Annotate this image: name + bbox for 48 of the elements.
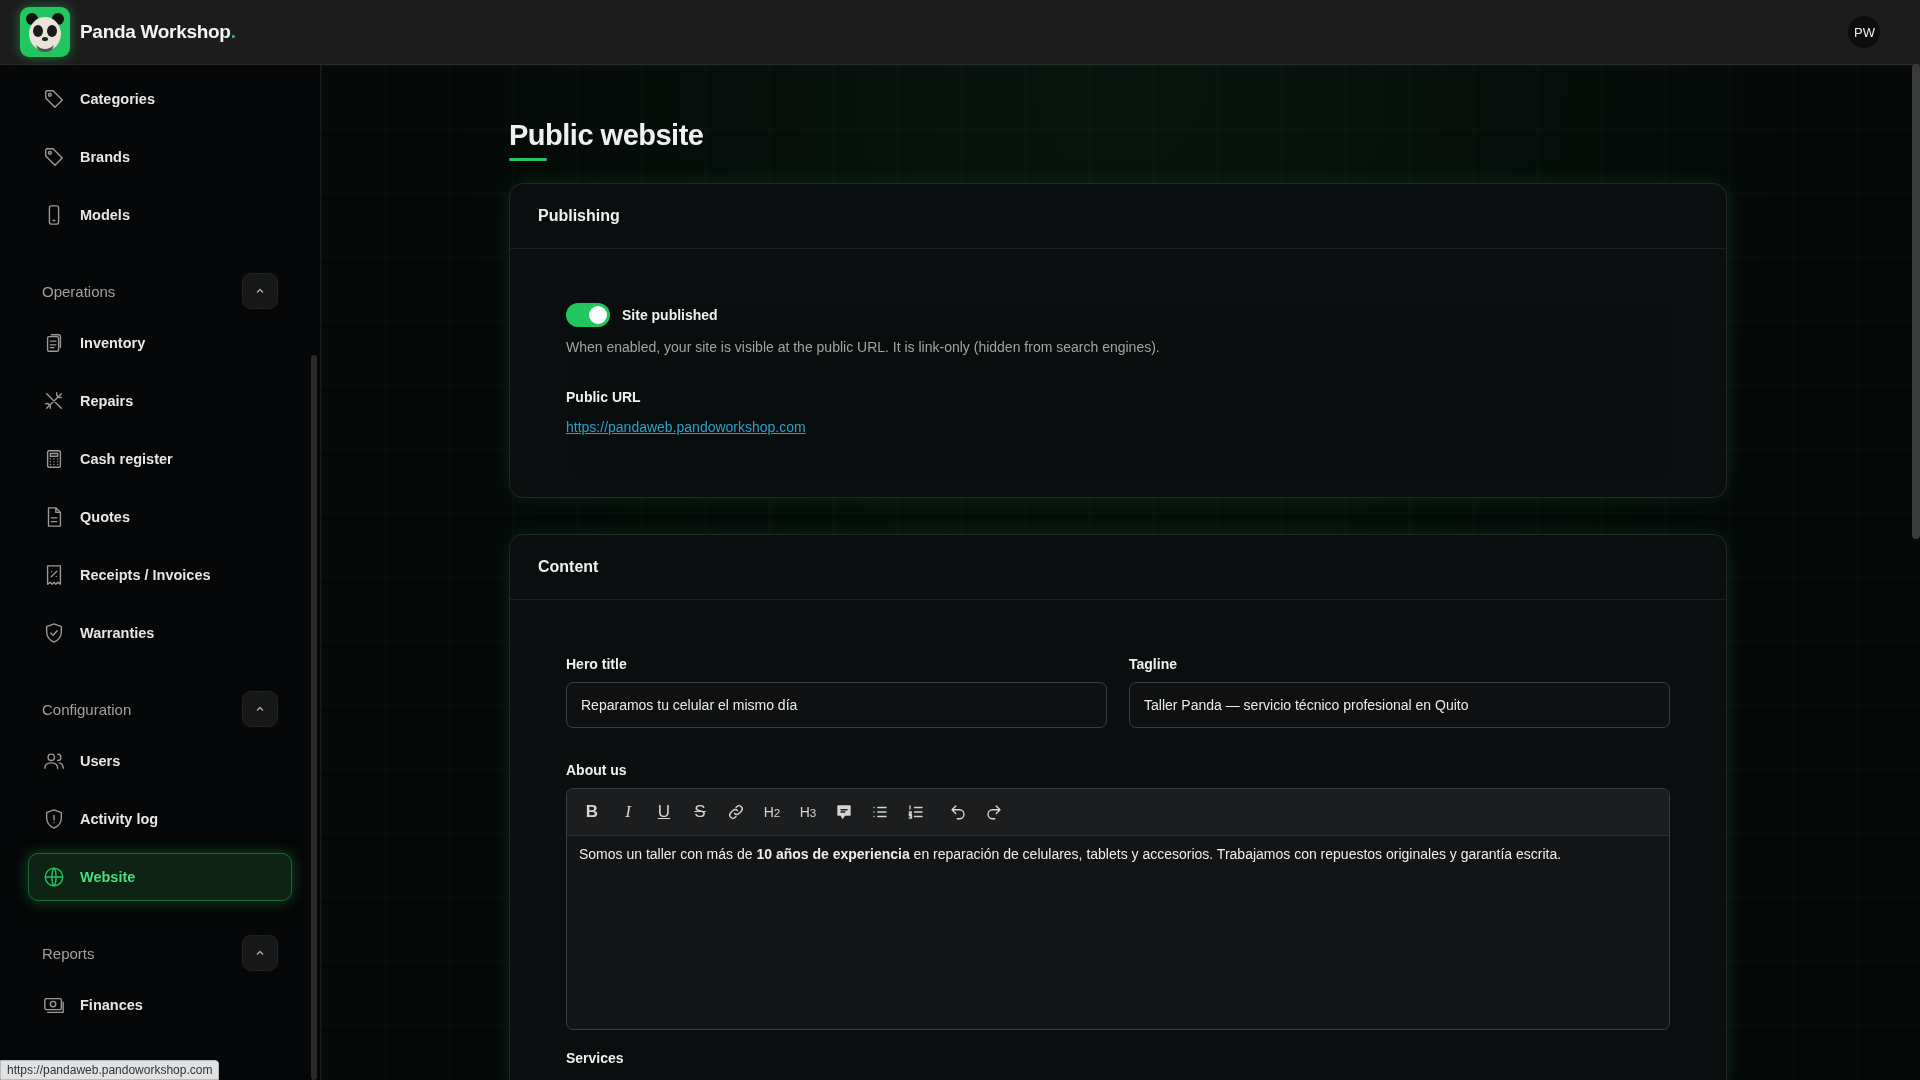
nav-item[interactable]: Inventory xyxy=(28,319,292,367)
toggle-switch[interactable] xyxy=(566,303,610,327)
field-label: Tagline xyxy=(1129,656,1178,672)
toggle-label: Site published xyxy=(622,307,718,323)
shield-icon xyxy=(43,622,65,644)
user-avatar[interactable]: PW xyxy=(1848,16,1880,48)
alert-icon xyxy=(43,808,65,830)
section-title: Reports xyxy=(42,944,95,962)
users-icon xyxy=(43,750,65,772)
field-label: About us xyxy=(566,762,628,778)
underline-button[interactable]: U xyxy=(649,797,679,827)
nav-item[interactable]: Website xyxy=(28,853,292,901)
strikethrough-button[interactable]: S xyxy=(685,797,715,827)
nav-item[interactable]: Cash register xyxy=(28,435,292,483)
tools-icon xyxy=(43,390,65,412)
brand-name: Panda Workshop. xyxy=(80,21,236,43)
field-label: Public URL xyxy=(566,389,642,405)
nav-item[interactable]: Categories xyxy=(28,75,292,123)
bold-button[interactable]: B xyxy=(577,797,607,827)
nav-item[interactable]: Models xyxy=(28,191,292,239)
field-label: Services xyxy=(566,1050,625,1066)
globe-icon xyxy=(43,866,65,888)
tag-icon xyxy=(43,88,65,110)
panda-logo-icon xyxy=(20,7,70,57)
nav-item[interactable]: Quotes xyxy=(28,493,292,541)
italic-button[interactable]: I xyxy=(613,797,643,827)
nav-item[interactable]: Finances xyxy=(28,981,292,1029)
nav-item[interactable]: Warranties xyxy=(28,609,292,657)
nav-item[interactable]: Brands xyxy=(28,133,292,181)
about-text: Somos un taller con más de 10 años de experiencia en reparación de celulares, tablets y accesorios. Trabajamos con repuestos originales y garantía escrita. xyxy=(578,845,1563,864)
page-title: Public website xyxy=(509,119,705,152)
scrollbar[interactable] xyxy=(1912,64,1920,539)
tagline-field[interactable]: Taller Panda — servicio técnico profesional en Quito xyxy=(1129,682,1670,728)
card-title: Content xyxy=(538,558,599,576)
nav-item[interactable]: Repairs xyxy=(28,377,292,425)
hero-title-field[interactable]: Reparamos tu celular el mismo día xyxy=(566,682,1107,728)
public-url-link[interactable]: https://pandaweb.pandoworkshop.com xyxy=(566,419,806,435)
nav-item[interactable]: Activity log xyxy=(28,795,292,843)
field-label: Hero title xyxy=(566,656,628,672)
status-url: https://pandaweb.pandoworkshop.com xyxy=(0,1060,220,1080)
tag-icon xyxy=(43,146,65,168)
help-text: When enabled, your site is visible at the public URL. It is link-only (hidden from search engines). xyxy=(566,339,1161,355)
card-title: Publishing xyxy=(538,207,620,225)
nav-item[interactable]: Users xyxy=(28,737,292,785)
section-title: Operations xyxy=(42,282,116,300)
section-title: Configuration xyxy=(42,700,132,718)
scrollbar[interactable] xyxy=(311,355,317,1080)
nav-item[interactable]: Receipts / Invoices xyxy=(28,551,292,599)
